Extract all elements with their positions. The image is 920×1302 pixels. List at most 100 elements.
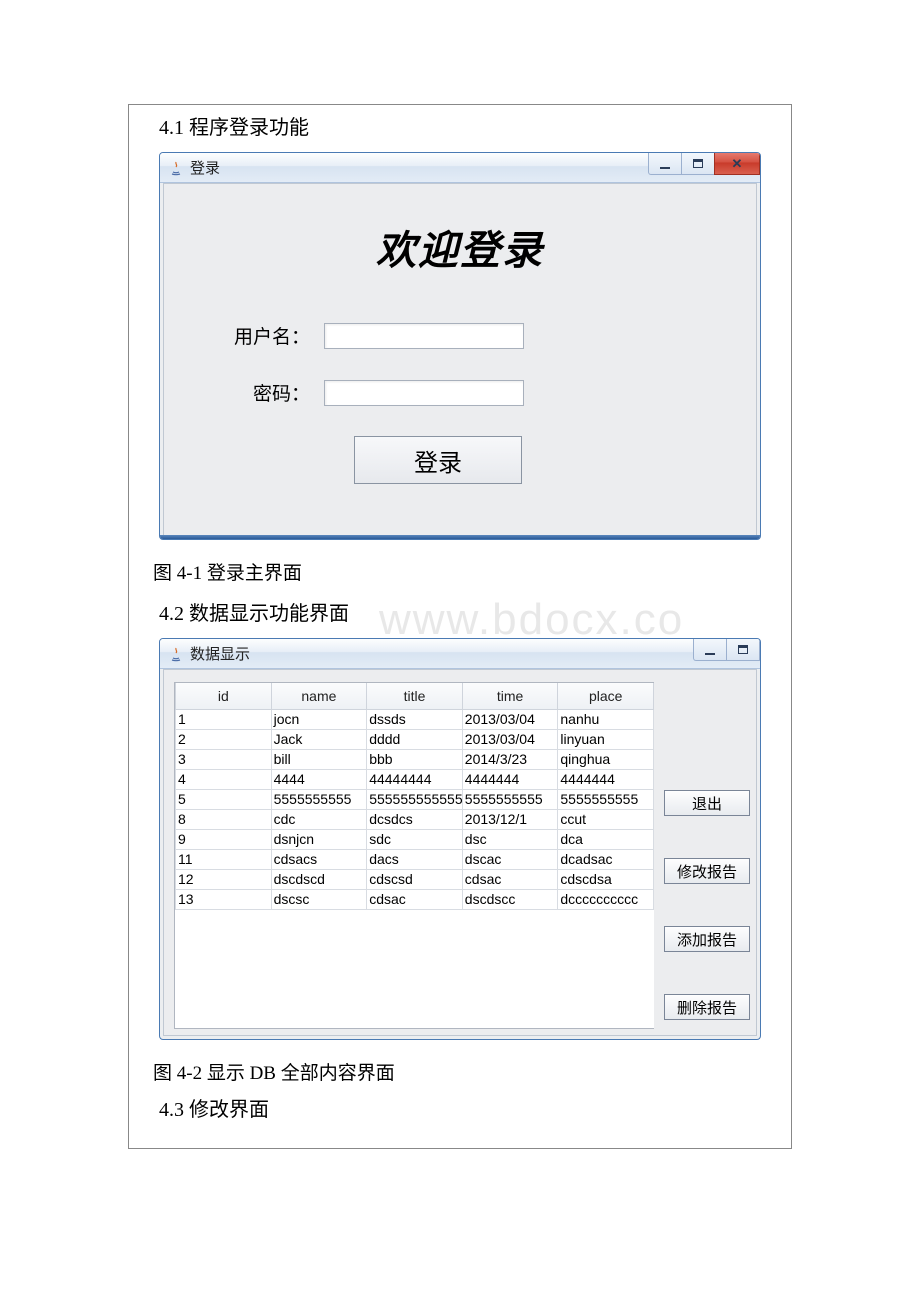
login-titlebar[interactable]: 登录 ✕ <box>160 153 760 183</box>
username-input[interactable] <box>324 323 524 349</box>
table-cell: ccut <box>558 809 654 829</box>
login-window-title: 登录 <box>190 157 220 178</box>
data-titlebar[interactable]: 数据显示 <box>160 639 760 669</box>
column-header[interactable]: name <box>271 683 367 709</box>
minimize-icon <box>705 653 715 655</box>
section-4-1-heading: 4.1 程序登录功能 <box>129 105 791 148</box>
table-cell: dcadsac <box>558 849 654 869</box>
table-cell: 11 <box>176 849 272 869</box>
maximize-button[interactable] <box>681 153 715 175</box>
table-cell: Jack <box>271 729 367 749</box>
window-controls: ✕ <box>649 153 760 175</box>
table-row[interactable]: 13dscsccdsacdscdsccdcccccccccc <box>176 889 654 909</box>
add-report-button[interactable]: 添加报告 <box>664 926 750 952</box>
table-cell: bbb <box>367 749 463 769</box>
table-cell: 8 <box>176 809 272 829</box>
table-cell: dsc <box>462 829 558 849</box>
section-4-3-heading: 4.3 修改界面 <box>129 1091 791 1130</box>
table-cell: cdc <box>271 809 367 829</box>
maximize-icon <box>738 645 748 654</box>
column-header[interactable]: title <box>367 683 463 709</box>
table-cell: cdscdsa <box>558 869 654 889</box>
table-cell: bill <box>271 749 367 769</box>
exit-button[interactable]: 退出 <box>664 790 750 816</box>
table-cell: 12 <box>176 869 272 889</box>
section-4-2-heading: 4.2 数据显示功能界面 <box>129 591 791 634</box>
window-controls <box>694 639 760 661</box>
column-header[interactable]: time <box>462 683 558 709</box>
table-cell: 44444444 <box>367 769 463 789</box>
data-window-title: 数据显示 <box>190 643 250 664</box>
welcome-heading: 欢迎登录 <box>164 184 756 304</box>
table-cell: 4444444 <box>462 769 558 789</box>
table-cell: dcsdcs <box>367 809 463 829</box>
table-cell: 3 <box>176 749 272 769</box>
table-row[interactable]: 12dscdscdcdscsdcdsaccdscdsa <box>176 869 654 889</box>
table-cell: dcccccccccc <box>558 889 654 909</box>
username-row: 用户名： <box>164 322 756 349</box>
login-window: 登录 ✕ 欢迎登录 用户名： 密码： 登录 <box>159 152 761 540</box>
figure-4-2-caption: 图 4-2 显示 DB 全部内容界面 <box>129 1044 791 1091</box>
table-cell: dssds <box>367 709 463 729</box>
table-cell: dddd <box>367 729 463 749</box>
document-page: 4.1 程序登录功能 登录 ✕ 欢迎登录 用户名： 密码： 登录 <box>128 104 792 1149</box>
table-cell: 5555555555 <box>558 789 654 809</box>
table-cell: dscdscc <box>462 889 558 909</box>
table-cell: jocn <box>271 709 367 729</box>
data-body: idnametitletimeplace 1jocndssds2013/03/0… <box>163 669 757 1036</box>
table-cell: 4444 <box>271 769 367 789</box>
side-button-panel: 退出 修改报告 添加报告 删除报告 <box>664 682 750 1029</box>
table-cell: dsnjcn <box>271 829 367 849</box>
table-cell: 13 <box>176 889 272 909</box>
maximize-icon <box>693 159 703 168</box>
login-button[interactable]: 登录 <box>354 436 522 484</box>
table-row[interactable]: 11cdsacsdacsdscacdcadsac <box>176 849 654 869</box>
table-cell: linyuan <box>558 729 654 749</box>
table-cell: 9 <box>176 829 272 849</box>
table-cell: cdsac <box>462 869 558 889</box>
login-body: 欢迎登录 用户名： 密码： 登录 <box>163 183 757 536</box>
table-row[interactable]: 444444444444444444444444444 <box>176 769 654 789</box>
table-cell: 1 <box>176 709 272 729</box>
table-row[interactable]: 5555555555555555555555555555555555555555… <box>176 789 654 809</box>
table-row[interactable]: 8cdcdcsdcs2013/12/1ccut <box>176 809 654 829</box>
table-cell: nanhu <box>558 709 654 729</box>
table-cell: dacs <box>367 849 463 869</box>
data-window: 数据显示 idnametitletimeplace 1jocndssds2013… <box>159 638 761 1040</box>
modify-report-button[interactable]: 修改报告 <box>664 858 750 884</box>
table-cell: 5555555555 <box>462 789 558 809</box>
column-header[interactable]: place <box>558 683 654 709</box>
table-cell: 2013/12/1 <box>462 809 558 829</box>
table-cell: 4444444 <box>558 769 654 789</box>
password-label: 密码： <box>164 379 324 406</box>
table-cell: 2014/3/23 <box>462 749 558 769</box>
column-header[interactable]: id <box>176 683 272 709</box>
close-button[interactable]: ✕ <box>714 153 760 175</box>
minimize-button[interactable] <box>693 639 727 661</box>
maximize-button[interactable] <box>726 639 760 661</box>
table-row[interactable]: 3billbbb2014/3/23qinghua <box>176 749 654 769</box>
minimize-button[interactable] <box>648 153 682 175</box>
delete-report-button[interactable]: 删除报告 <box>664 994 750 1020</box>
table-cell: qinghua <box>558 749 654 769</box>
window-bottom-edge <box>160 535 760 539</box>
java-icon <box>168 646 184 662</box>
table-row[interactable]: 1jocndssds2013/03/04nanhu <box>176 709 654 729</box>
table-cell: 2 <box>176 729 272 749</box>
table-row[interactable]: 9dsnjcnsdcdscdca <box>176 829 654 849</box>
table-cell: sdc <box>367 829 463 849</box>
username-label: 用户名： <box>164 322 324 349</box>
table-cell: cdsac <box>367 889 463 909</box>
table-cell: 5555555555 <box>271 789 367 809</box>
table-cell: 5555555555555 <box>367 789 463 809</box>
table-row[interactable]: 2Jackdddd2013/03/04linyuan <box>176 729 654 749</box>
table-cell: dscdscd <box>271 869 367 889</box>
java-icon <box>168 160 184 176</box>
password-input[interactable] <box>324 380 524 406</box>
table-cell: 5 <box>176 789 272 809</box>
table-cell: cdsacs <box>271 849 367 869</box>
data-table[interactable]: idnametitletimeplace 1jocndssds2013/03/0… <box>175 683 654 910</box>
table-cell: 2013/03/04 <box>462 709 558 729</box>
close-icon: ✕ <box>715 153 759 174</box>
table-cell: cdscsd <box>367 869 463 889</box>
